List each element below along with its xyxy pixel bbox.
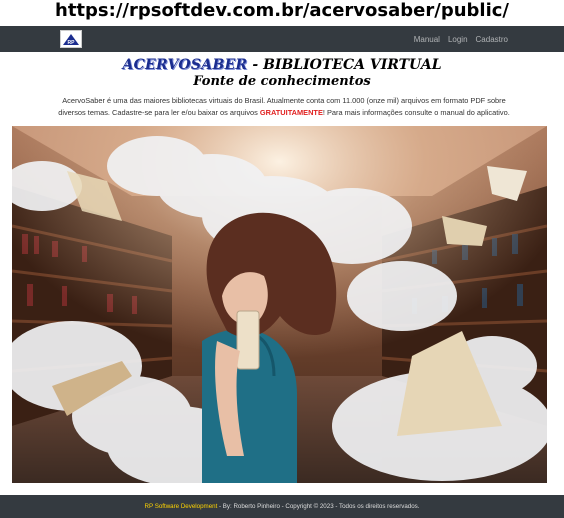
footer-company: RP Software Development <box>144 503 218 510</box>
hero-subtitle: BIBLIOTECA VIRTUAL <box>263 57 442 73</box>
footer-text: - By: Roberto Pinheiro - Copyright © 202… <box>217 503 420 510</box>
intro-highlight: GRATUITAMENTE <box>259 107 323 117</box>
rp-logo-icon[interactable]: RP <box>60 30 82 48</box>
hero-title: ACERVOSABER - BIBLIOTECA VIRTUAL <box>0 57 564 73</box>
brand-name: ACERVOSABER <box>122 57 248 73</box>
intro-paragraph: AcervoSaber é uma das maiores biblioteca… <box>54 95 514 118</box>
rp-logo-graphic: RP <box>63 34 79 46</box>
nav-cadastro-link[interactable]: Cadastro <box>476 35 508 44</box>
url-caption: https://rpsoftdev.com.br/acervosaber/pub… <box>55 0 509 21</box>
nav-login-link[interactable]: Login <box>448 35 468 44</box>
nav-manual-link[interactable]: Manual <box>414 35 440 44</box>
hero-tagline: Fonte de conhecimentos <box>193 74 371 89</box>
hero-image <box>12 126 547 483</box>
svg-text:RP: RP <box>68 40 76 46</box>
nav-links: Manual Login Cadastro <box>406 26 508 52</box>
intro-text-after: ! Para mais informações consulte o manua… <box>322 107 510 117</box>
navbar: RP Manual Login Cadastro <box>0 26 564 52</box>
title-separator: - <box>252 57 259 73</box>
footer: RP Software Development - By: Roberto Pi… <box>0 495 564 518</box>
library-girl-illustration <box>12 126 547 483</box>
